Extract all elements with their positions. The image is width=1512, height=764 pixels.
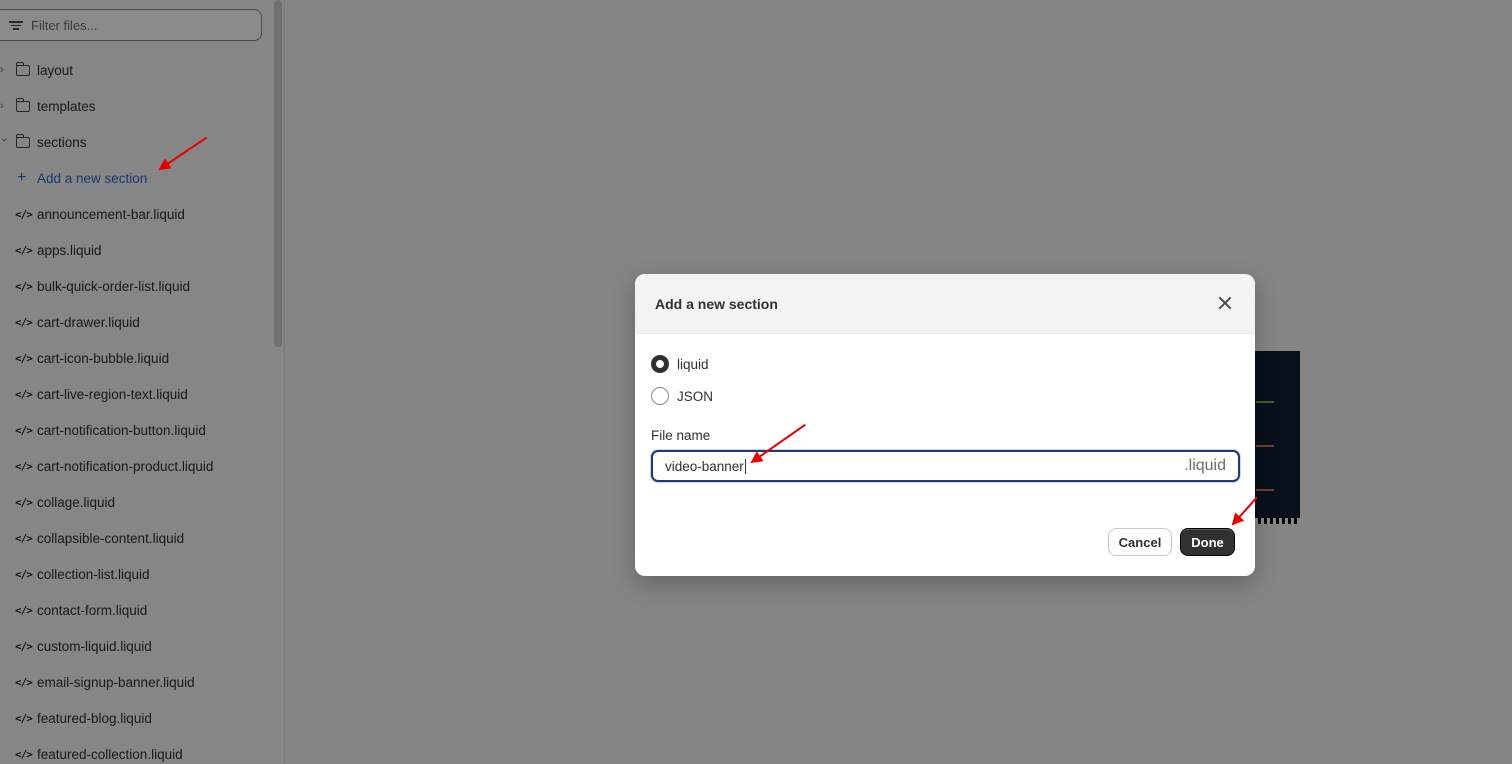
radio-json[interactable]: JSON xyxy=(651,387,713,405)
modal-title: Add a new section xyxy=(655,295,778,312)
radio-button-selected[interactable] xyxy=(651,355,669,373)
file-name-input[interactable]: video-banner .liquid xyxy=(651,450,1240,482)
radio-label: JSON xyxy=(677,388,714,404)
file-name-value: video-banner xyxy=(665,458,746,474)
file-suffix: .liquid xyxy=(1184,457,1226,474)
close-icon[interactable] xyxy=(1217,295,1233,311)
radio-label: liquid xyxy=(677,356,709,372)
add-section-modal: Add a new section liquid JSON File name … xyxy=(635,274,1255,576)
file-name-label: File name xyxy=(651,428,711,443)
radio-button[interactable] xyxy=(651,387,669,405)
radio-liquid[interactable]: liquid xyxy=(651,355,709,373)
cancel-button[interactable]: Cancel xyxy=(1108,528,1172,556)
done-button[interactable]: Done xyxy=(1180,528,1235,556)
modal-header: Add a new section xyxy=(635,274,1255,334)
